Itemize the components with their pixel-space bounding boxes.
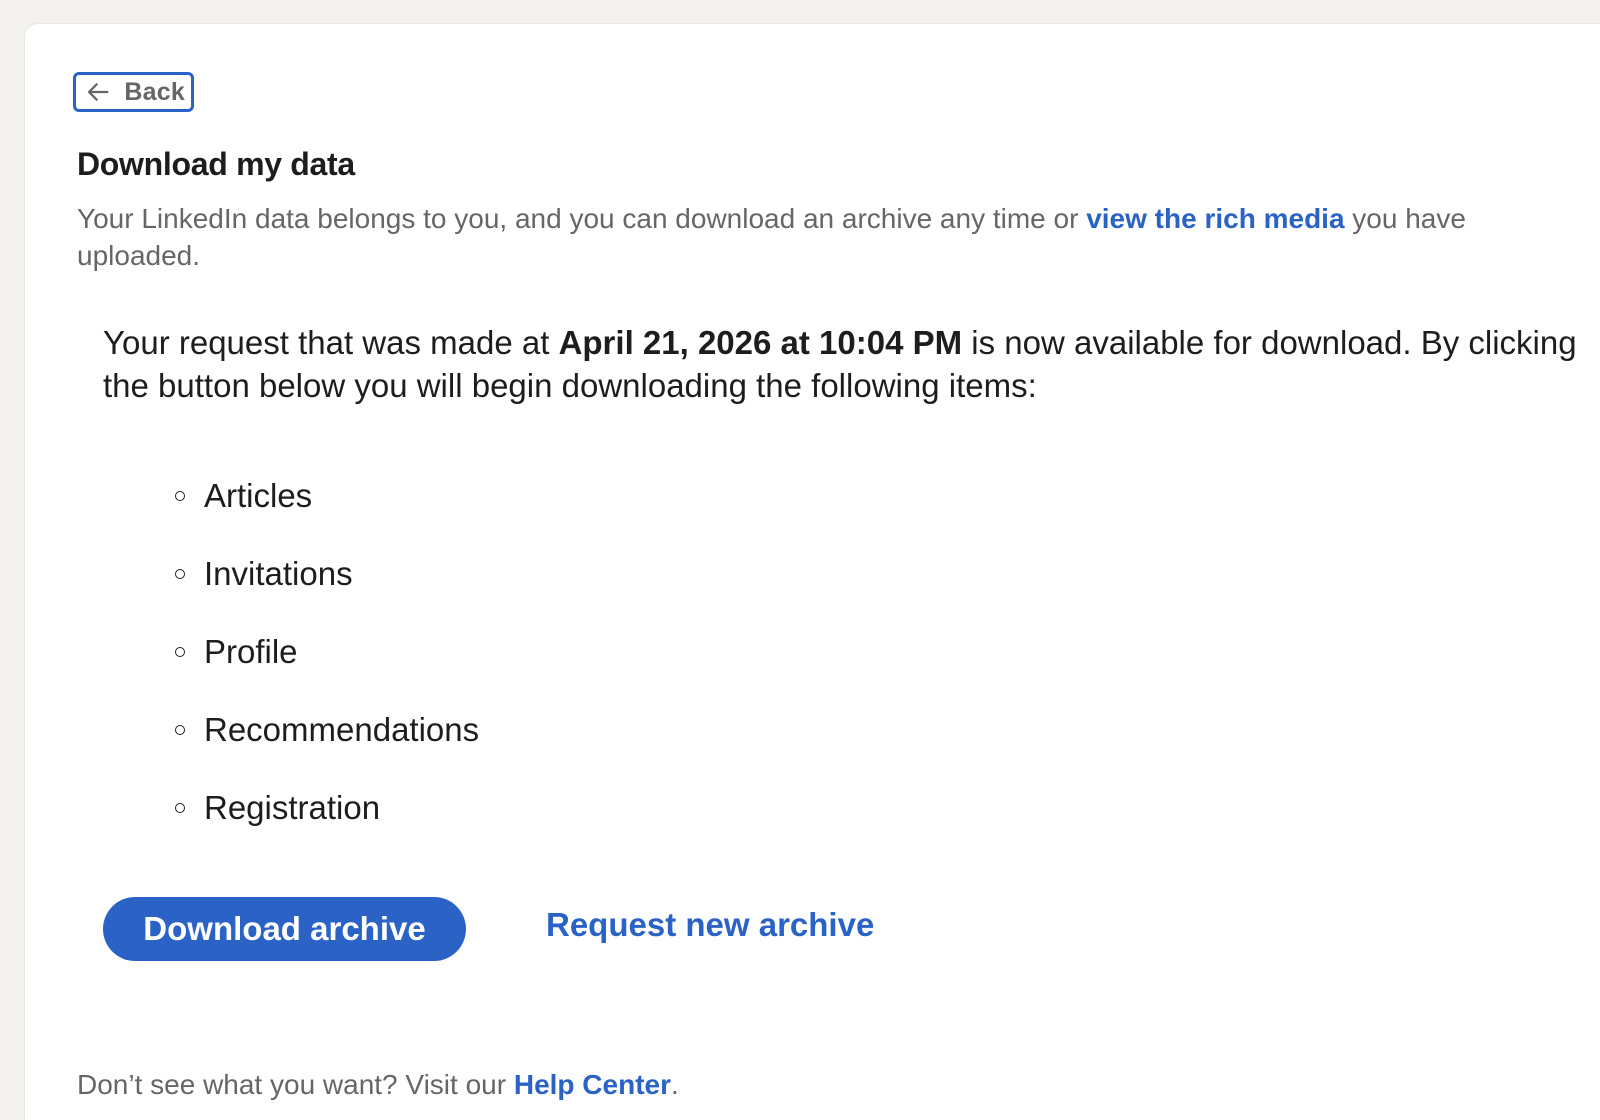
back-label: Back <box>124 77 185 106</box>
list-item: Registration <box>175 769 479 847</box>
help-text: Don’t see what you want? Visit our Help … <box>77 1069 679 1101</box>
help-center-link[interactable]: Help Center <box>514 1069 671 1100</box>
list-item: Invitations <box>175 535 479 613</box>
download-archive-button[interactable]: Download archive <box>103 897 466 961</box>
page-title: Download my data <box>77 146 355 182</box>
list-item-label: Articles <box>204 477 313 514</box>
back-button[interactable]: Back <box>73 72 194 112</box>
list-item: Articles <box>175 457 479 535</box>
request-status-text: Your request that was made at April 21, … <box>103 321 1583 407</box>
subtitle-text: Your LinkedIn data belongs to you, and y… <box>77 203 1087 234</box>
list-item-label: Recommendations <box>204 711 480 748</box>
list-item-label: Registration <box>204 789 381 826</box>
arrow-left-icon <box>87 83 109 101</box>
list-item-label: Profile <box>204 633 298 670</box>
list-item: Profile <box>175 613 479 691</box>
bullet-icon <box>175 491 185 501</box>
archive-items-list: Articles Invitations Profile Recommendat… <box>175 457 479 847</box>
request-prefix: Your request that was made at <box>103 324 559 361</box>
rich-media-link[interactable]: view the rich media <box>1086 203 1344 234</box>
bullet-icon <box>175 803 185 813</box>
bullet-icon <box>175 569 185 579</box>
help-prefix: Don’t see what you want? Visit our <box>77 1069 514 1100</box>
bullet-icon <box>175 725 185 735</box>
list-item: Recommendations <box>175 691 479 769</box>
list-item-label: Invitations <box>204 555 353 592</box>
content-card: Back Download my data Your LinkedIn data… <box>24 23 1600 1120</box>
bullet-icon <box>175 647 185 657</box>
request-timestamp: April 21, 2026 at 10:04 PM <box>558 324 963 361</box>
help-suffix: . <box>671 1069 679 1100</box>
request-new-archive-link[interactable]: Request new archive <box>546 906 874 944</box>
page-subtitle: Your LinkedIn data belongs to you, and y… <box>77 200 1557 274</box>
